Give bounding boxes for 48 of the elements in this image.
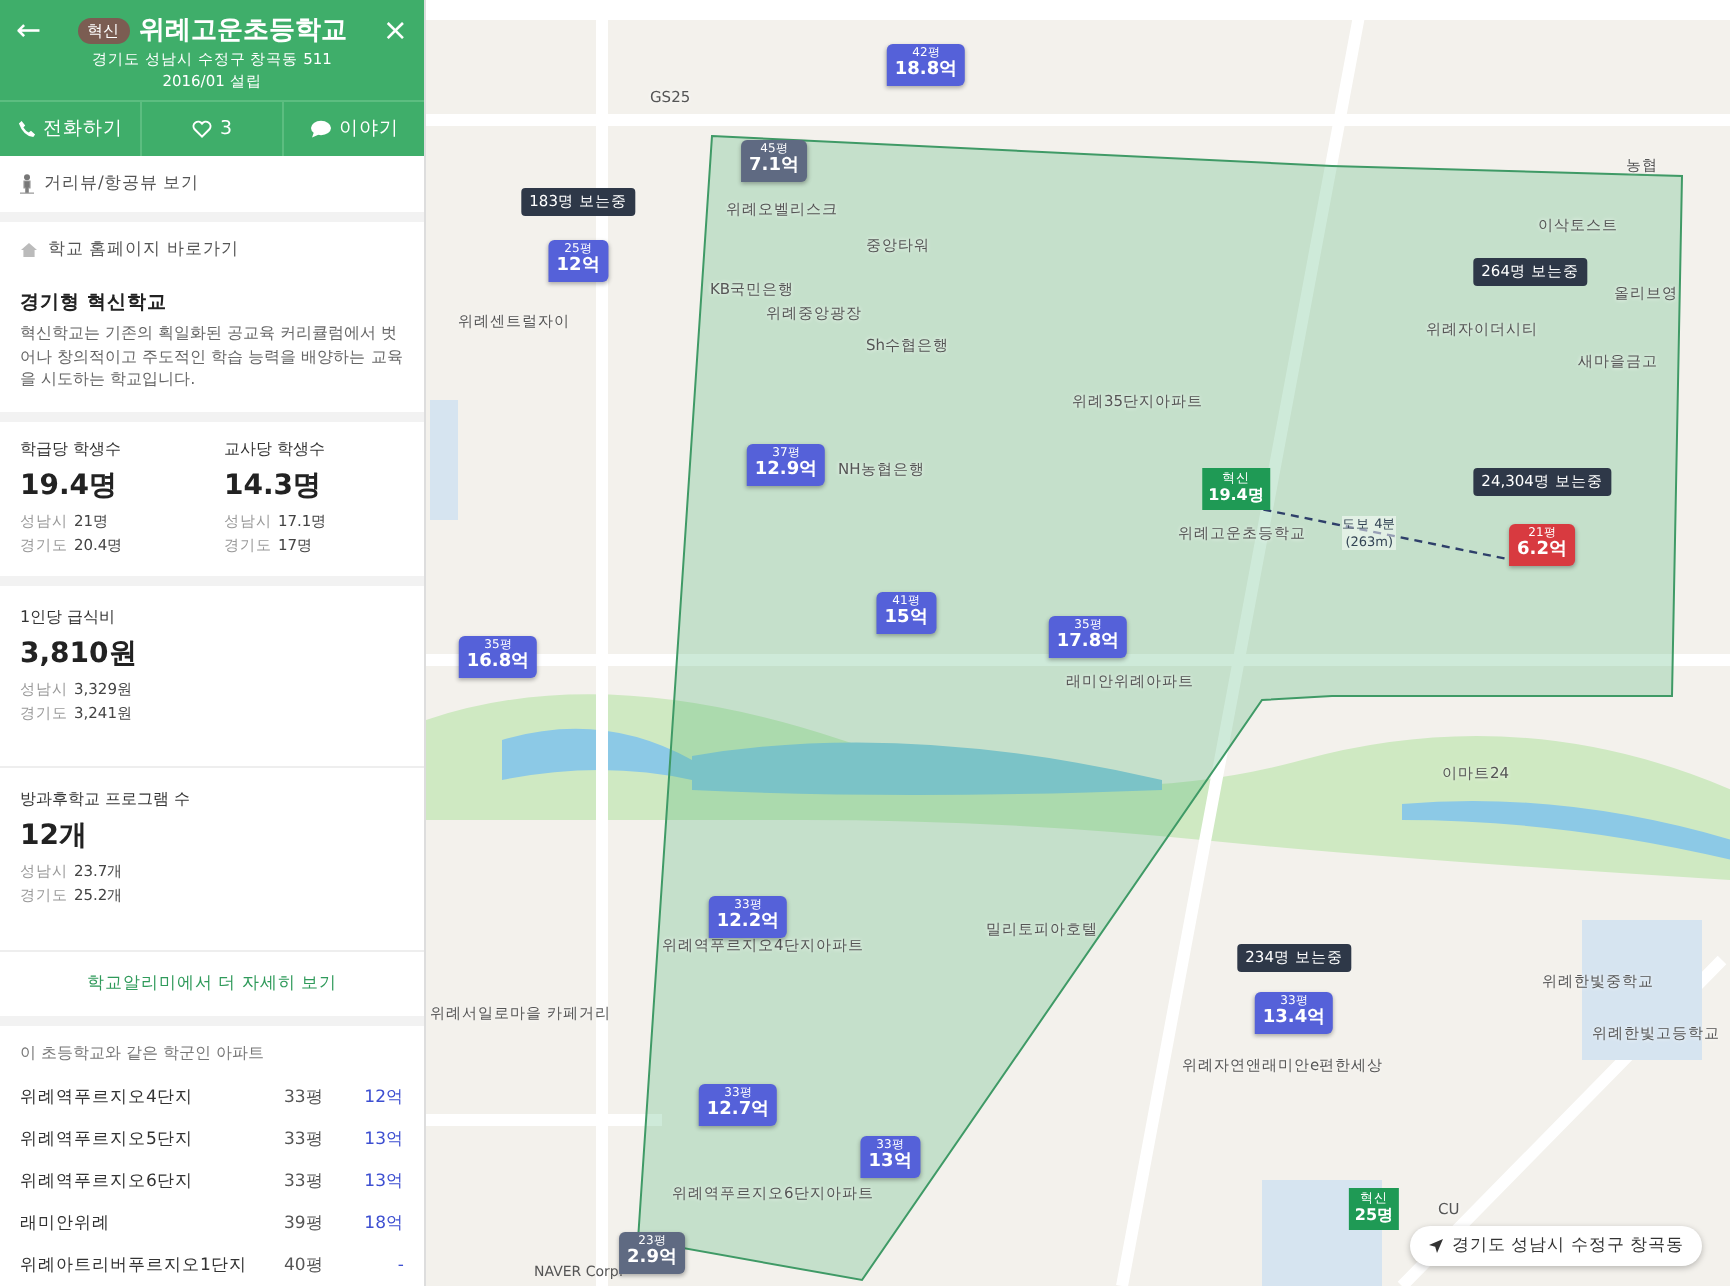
apartment-row[interactable]: 위례역푸르지오4단지 33평 12억 [0,1076,424,1118]
apartment-size: 33평 [284,1085,326,1109]
stat-label: 교사당 학생수 [224,437,328,460]
heart-icon [191,120,212,138]
street-view-link[interactable]: 거리뷰/항공뷰 보기 [0,156,424,212]
apartment-price: 13억 [362,1127,404,1151]
stat-label: 방과후학교 프로그램 수 [20,788,193,811]
stat-value: 19.4명 [20,467,120,504]
apartments-heading: 이 초등학교와 같은 학군인 아파트 [18,1042,267,1066]
apartment-name: 위례역푸르지오4단지 [20,1085,195,1109]
location-pill[interactable]: 경기도 성남시 수정구 창곡동 [1409,1226,1702,1266]
apartment-name: 위례역푸르지오6단지 [20,1169,195,1193]
back-button[interactable]: ← [16,12,42,48]
apartment-price: 13억 [362,1169,404,1193]
apartment-size: 39평 [284,1211,326,1235]
school-title: 위례고운초등학교 [139,14,347,48]
apartment-row[interactable]: 위례아트리버푸르지오1단지 40평 - [0,1244,424,1286]
phone-icon [17,120,35,138]
stat-label: 학급당 학생수 [20,437,124,460]
apartment-row[interactable]: 위례역푸르지오5단지 33평 13억 [0,1118,424,1160]
apartment-size: 33평 [284,1127,326,1151]
apartment-row[interactable]: 래미안위례 39평 18억 [0,1202,424,1244]
chat-button[interactable]: 이야기 [284,102,424,156]
apartment-price: 12억 [362,1085,404,1109]
person-icon [20,174,34,194]
stat-value: 14.3명 [224,467,324,504]
stat-value: 3,810원 [20,635,139,672]
apartment-row[interactable]: 위례역푸르지오6단지 33평 13억 [0,1160,424,1202]
feature-title: 경기형 혁신학교 [20,290,169,316]
apartment-price: - [395,1255,404,1275]
feature-description: 혁신학교는 기존의 획일화된 공교육 커리큘럼에서 벗어나 창의적이고 주도적인 학습 능력을 배양하는 교육을 시도하는 학교입니다. [20,322,404,392]
stat-value: 12개 [20,818,89,855]
homepage-link[interactable]: 학교 홈페이지 바로가기 [0,222,424,278]
stat-label: 1인당 급식비 [20,605,118,628]
apartment-name: 래미안위례 [20,1211,112,1235]
speech-bubble-icon [309,120,331,138]
home-icon [20,242,38,258]
innovation-badge: 혁신 [77,17,129,43]
apartment-size: 33평 [284,1169,326,1193]
more-info-link[interactable]: 학교알리미에서 더 자세히 보기 [66,952,358,1016]
apartment-size: 40평 [284,1253,326,1277]
navigation-arrow-icon [1427,1238,1444,1254]
like-button[interactable]: 3 [142,102,284,156]
phone-button[interactable]: 전화하기 [0,102,142,156]
close-button[interactable]: × [382,12,408,48]
apartment-name: 위례역푸르지오5단지 [20,1127,195,1151]
apartment-name: 위례아트리버푸르지오1단지 [20,1253,249,1277]
apartment-price: 18억 [362,1211,404,1235]
